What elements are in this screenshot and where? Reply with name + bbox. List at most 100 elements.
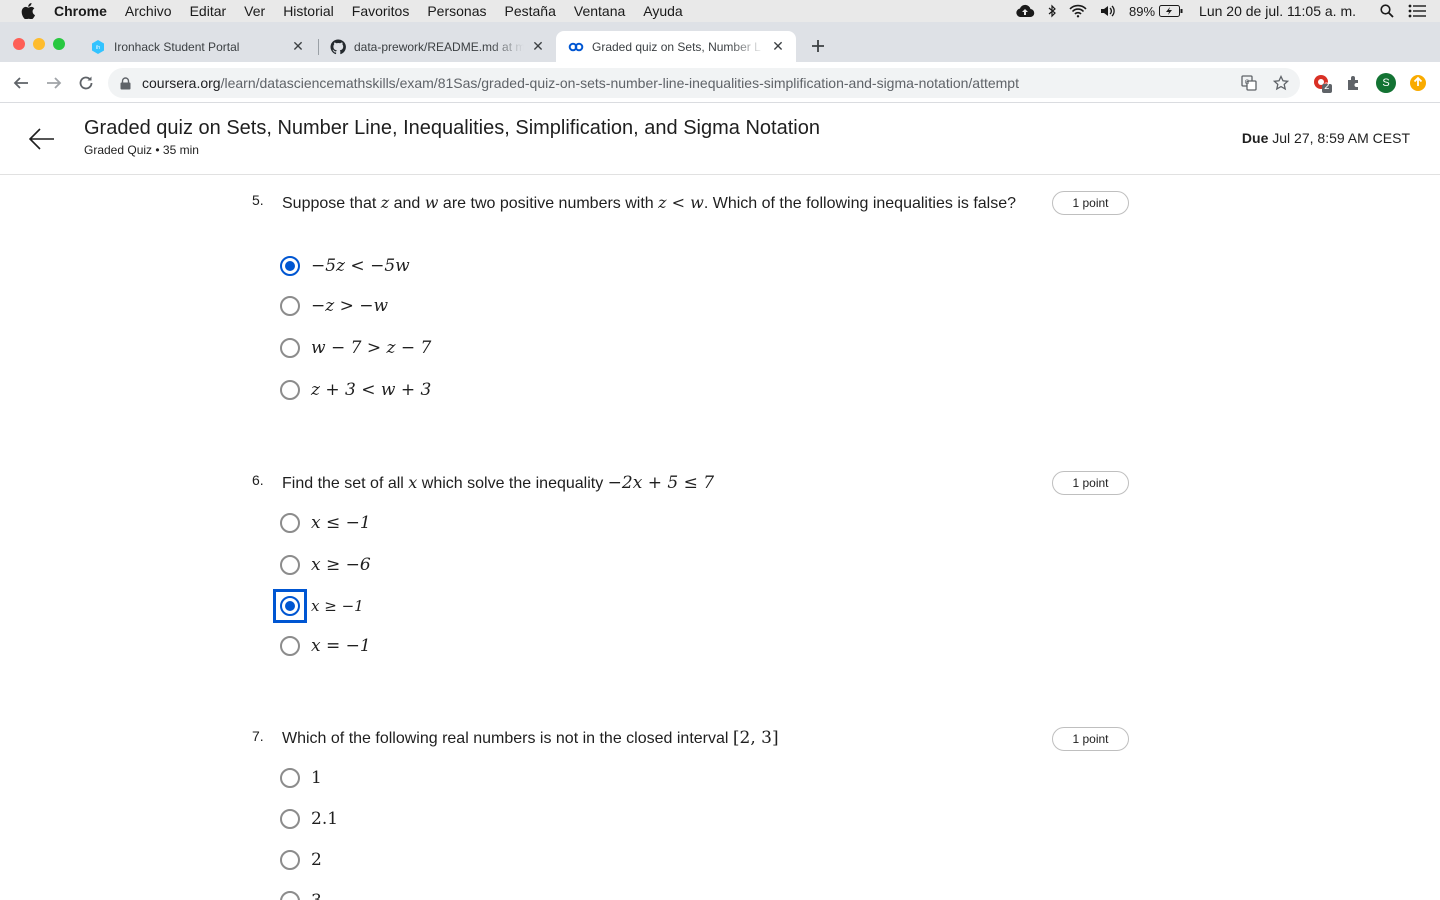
url-path: /learn/datasciencemathskills/exam/81Sas/… xyxy=(220,75,1019,91)
address-bar[interactable]: coursera.org/learn/datasciencemathskills… xyxy=(108,68,1300,98)
window-close-button[interactable] xyxy=(13,38,25,50)
battery-charging-icon[interactable] xyxy=(1159,5,1183,17)
option-radio[interactable]: 2 xyxy=(280,848,322,872)
option-radio[interactable]: 2.1 xyxy=(280,807,338,831)
option-radio[interactable]: z + 3 < w + 3 xyxy=(280,378,431,402)
option-radio[interactable]: x = −1 xyxy=(280,634,371,658)
option-radio[interactable]: −z > −w xyxy=(280,294,388,318)
option-label[interactable]: x ≤ −1 xyxy=(311,513,371,533)
option-label[interactable]: x ≥ −1 xyxy=(311,597,364,615)
option-radio[interactable]: x ≤ −1 xyxy=(280,511,371,535)
option-label[interactable]: w − 7 > z − 7 xyxy=(311,338,431,358)
update-available-icon[interactable] xyxy=(1408,73,1428,93)
quiz-content: 5. Suppose that z and w are two positive… xyxy=(0,176,1440,900)
close-icon[interactable]: ✕ xyxy=(530,38,546,55)
back-arrow-icon[interactable] xyxy=(28,125,56,153)
option-label[interactable]: −5z < −5w xyxy=(311,256,410,276)
question-text: Which of the following real numbers is n… xyxy=(282,726,1022,751)
svg-text:ih: ih xyxy=(96,45,101,51)
menu-archivo[interactable]: Archivo xyxy=(125,3,172,19)
option-radio[interactable]: w − 7 > z − 7 xyxy=(280,336,431,360)
due-value: Jul 27, 8:59 AM CEST xyxy=(1272,130,1410,146)
menu-pestana[interactable]: Pestaña xyxy=(505,3,556,19)
reload-button[interactable] xyxy=(75,72,97,94)
radio-button[interactable] xyxy=(280,380,300,400)
extension-badge-count: 2 xyxy=(1324,82,1330,92)
tab-github[interactable]: data-prework/README.md at m ✕ xyxy=(318,31,556,62)
radio-button[interactable] xyxy=(280,296,300,316)
spotlight-search-icon[interactable] xyxy=(1380,4,1394,18)
option-radio[interactable]: x ≥ −6 xyxy=(280,553,371,577)
radio-button[interactable] xyxy=(280,555,300,575)
points-badge: 1 point xyxy=(1052,191,1129,215)
cloud-upload-icon[interactable] xyxy=(1015,4,1035,18)
option-label[interactable]: 1 xyxy=(311,768,322,788)
radio-button[interactable] xyxy=(280,513,300,533)
menu-historial[interactable]: Historial xyxy=(283,3,334,19)
question-number: 5. xyxy=(252,192,264,208)
menu-ventana[interactable]: Ventana xyxy=(574,3,625,19)
option-label[interactable]: x = −1 xyxy=(311,636,371,656)
url-host: coursera.org xyxy=(142,75,221,91)
menu-editar[interactable]: Editar xyxy=(190,3,227,19)
option-label[interactable]: 3 xyxy=(311,891,322,900)
ironhack-icon: ih xyxy=(90,39,106,55)
close-icon[interactable]: ✕ xyxy=(770,38,786,55)
radio-button[interactable] xyxy=(280,636,300,656)
github-icon xyxy=(330,38,346,55)
option-label[interactable]: 2.1 xyxy=(311,809,338,829)
math-inline: z xyxy=(380,193,390,212)
radio-button[interactable] xyxy=(280,891,300,900)
close-icon[interactable]: ✕ xyxy=(290,38,306,55)
question-text-part: Which of the following real numbers is n… xyxy=(282,730,733,747)
window-minimize-button[interactable] xyxy=(33,38,45,50)
menu-personas[interactable]: Personas xyxy=(427,3,486,19)
bluetooth-icon[interactable] xyxy=(1047,4,1057,18)
radio-button[interactable] xyxy=(280,850,300,870)
forward-button[interactable] xyxy=(43,72,65,94)
radio-button[interactable] xyxy=(280,809,300,829)
option-label[interactable]: x ≥ −6 xyxy=(311,555,371,575)
option-radio[interactable]: −5z < −5w xyxy=(280,254,410,278)
macos-menu-bar: Chrome Archivo Editar Ver Historial Favo… xyxy=(0,0,1440,22)
math-inline: z < w xyxy=(658,193,704,212)
menu-favoritos[interactable]: Favoritos xyxy=(352,3,410,19)
window-zoom-button[interactable] xyxy=(53,38,65,50)
option-radio[interactable]: 1 xyxy=(280,766,322,790)
radio-button[interactable] xyxy=(280,768,300,788)
tab-title: Ironhack Student Portal xyxy=(114,39,240,54)
back-button[interactable] xyxy=(10,72,32,94)
profile-avatar[interactable]: S xyxy=(1376,73,1396,93)
option-radio[interactable]: 3 xyxy=(280,889,322,900)
points-badge: 1 point xyxy=(1052,727,1129,751)
tab-ironhack[interactable]: ih Ironhack Student Portal ✕ xyxy=(78,31,316,62)
menu-ayuda[interactable]: Ayuda xyxy=(643,3,682,19)
quiz-subtitle: Graded Quiz • 35 min xyxy=(84,143,199,157)
new-tab-button[interactable] xyxy=(808,36,828,56)
browser-toolbar: coursera.org/learn/datasciencemathskills… xyxy=(0,62,1440,103)
extension-red-icon[interactable]: 2 xyxy=(1312,73,1332,93)
tab-coursera-quiz[interactable]: Graded quiz on Sets, Number L ✕ xyxy=(556,31,796,62)
translate-icon[interactable]: G xyxy=(1240,74,1258,92)
option-label[interactable]: 2 xyxy=(311,850,322,870)
quiz-header: Graded quiz on Sets, Number Line, Inequa… xyxy=(0,103,1440,175)
option-label[interactable]: −z > −w xyxy=(311,296,388,316)
question-text-part: which solve the inequality xyxy=(417,475,608,492)
option-label[interactable]: z + 3 < w + 3 xyxy=(311,380,431,400)
radio-button-selected[interactable] xyxy=(280,596,300,616)
apple-icon[interactable] xyxy=(18,0,38,22)
extensions-puzzle-icon[interactable] xyxy=(1344,73,1364,93)
wifi-icon[interactable] xyxy=(1069,4,1087,18)
notification-center-icon[interactable] xyxy=(1408,4,1426,18)
lock-icon[interactable] xyxy=(120,76,132,90)
menu-clock[interactable]: Lun 20 de jul. 11:05 a. m. xyxy=(1199,3,1356,19)
option-radio[interactable]: x ≥ −1 xyxy=(273,589,364,623)
menu-app-name[interactable]: Chrome xyxy=(54,3,107,19)
radio-button-selected[interactable] xyxy=(280,256,300,276)
radio-focus-ring[interactable] xyxy=(273,589,307,623)
radio-button[interactable] xyxy=(280,338,300,358)
bookmark-star-icon[interactable] xyxy=(1272,74,1290,92)
menu-ver[interactable]: Ver xyxy=(244,3,265,19)
math-inline: w xyxy=(424,193,439,212)
volume-icon[interactable] xyxy=(1099,4,1119,18)
